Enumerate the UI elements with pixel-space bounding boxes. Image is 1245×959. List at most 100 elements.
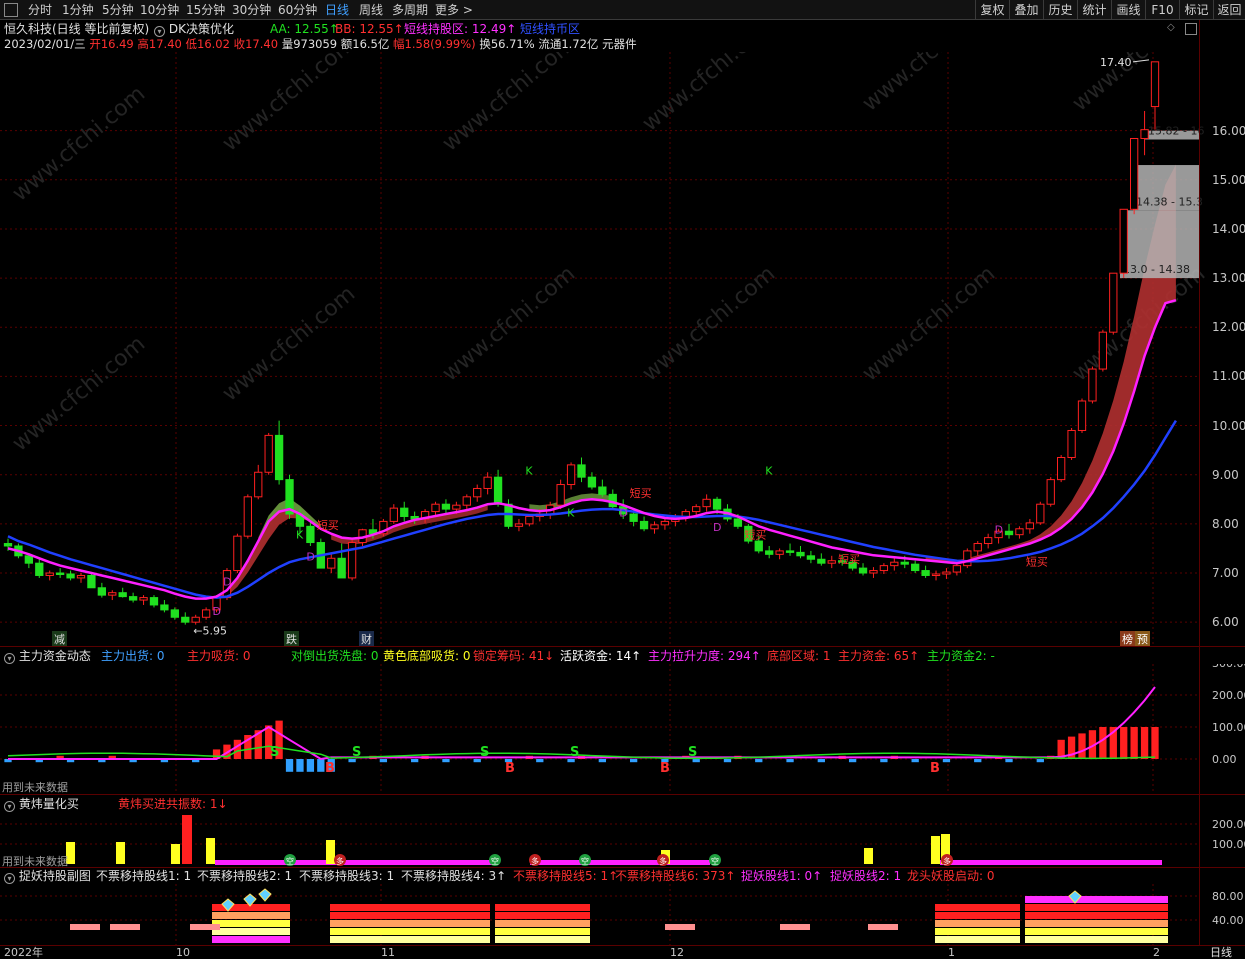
p3-field-6: 捉妖股线1: 0↑ [741,869,823,883]
panel2-title[interactable]: 黄炜量化买 [19,797,79,811]
p1-bar [911,759,919,763]
back-button[interactable]: 返回 [1213,0,1245,20]
p3-stack-block [495,912,590,919]
p2-yellow-bar [864,848,873,864]
date-label-oct: 10 [176,946,190,959]
menu-icon[interactable] [4,3,18,17]
p3-field-2: 不票移持股线3: 1 [299,869,395,883]
p1-bar [379,759,388,763]
stats-button[interactable]: 统计 [1077,0,1111,20]
close-label: 收 [233,37,246,51]
period-1min[interactable]: 1分钟 [62,2,94,18]
candle-down [35,562,44,576]
p1-bar [848,759,857,763]
period-60min[interactable]: 60分钟 [278,2,317,18]
candle-down [118,592,127,598]
panel3-title[interactable]: 捉妖持股副图 [19,869,91,883]
p1-tick-label: 0.00 [1212,753,1237,766]
candle-down [806,555,816,560]
p1-bar [285,759,294,772]
candle-down [712,498,722,510]
panel2-chart[interactable]: 100.00 200.00 空 多 空 多 空 多 空 多 [0,810,1245,866]
p3-field-5: 不票移持股线6: 373↑ [615,869,736,883]
candle-up [45,572,54,576]
candle-down [87,574,96,589]
p3-stack-block [212,928,290,935]
p3-stack-block [1025,928,1168,935]
p2-red-bar [182,815,192,864]
p3-stack-block [935,904,1020,911]
p2-badge-label: 空 [286,856,294,866]
candle-up [963,550,972,567]
event-tag-fall[interactable]: 跌 [284,631,299,647]
p1-bar [306,759,315,772]
period-weekly[interactable]: 周线 [359,2,383,18]
history-button[interactable]: 历史 [1043,0,1077,20]
volume-value: 973059 [293,37,338,51]
p1-bar [233,739,242,759]
panel1-title[interactable]: 主力资金动态 [19,649,91,663]
p1-mark: S [688,745,697,760]
period-fenshi[interactable]: 分时 [28,2,52,18]
change-value: 1.58(9.99%) [404,37,476,51]
candle-up [1140,129,1149,140]
open-label: 开 [89,37,101,51]
candle-up [1109,272,1118,333]
period-more[interactable]: 更多 > [435,2,473,18]
panel-toggle-icon[interactable] [1185,23,1197,35]
event-tag-finance[interactable]: 财 [359,631,374,647]
float-value: 1.72亿 [561,37,599,51]
indicator-selector[interactable]: ▾ DK决策优化 [154,21,234,37]
p1-pink-line [8,686,1156,761]
price-tick-label: 14.00 [1212,221,1245,236]
candle-down [629,513,638,522]
watermark-text: www.cfchi.com [218,281,360,406]
candle-down [306,525,315,544]
p3-stack-block [1025,912,1168,919]
price-tick-label: 16.00 [1212,123,1245,138]
candle-up [952,565,962,573]
p1-tick-label: 300.00 [1212,664,1245,670]
diamond-icon[interactable]: ◇ [1167,22,1175,33]
signal-label: D [213,605,221,618]
draw-line-button[interactable]: 画线 [1111,0,1145,20]
panel3-settings-icon[interactable]: ▾ [4,873,15,884]
panel1-settings-icon[interactable]: ▾ [4,653,15,664]
overlay-button[interactable]: 叠加 [1009,0,1043,20]
p3-field-4: 不票移持股线5: 1↑ [513,869,619,883]
mark-button[interactable]: 标记 [1179,0,1213,20]
turnover-value: 56.71% [490,37,535,51]
date-label-dec: 12 [670,946,684,959]
period-multi[interactable]: 多周期 [392,2,428,18]
period-daily[interactable]: 日线 [325,2,349,18]
f10-button[interactable]: F10 [1145,0,1179,20]
p3-field-1: 不票移持股线2: 1 [197,869,293,883]
candle-up [556,484,565,506]
fuquan-button[interactable]: 复权 [975,0,1009,20]
candle-down [97,587,106,596]
panel1-chart[interactable]: 300.00 200.00 100.00 0.00 S S S S S B B B B [0,664,1245,794]
event-tag-forecast[interactable]: 预 [1135,631,1150,647]
candle-up [431,503,440,513]
period-10min[interactable]: 10分钟 [140,2,179,18]
p1-bar [442,759,450,763]
event-tag-list[interactable]: 榜 [1120,631,1135,647]
axis-mode-label[interactable]: 日线 [1210,946,1232,959]
period-30min[interactable]: 30分钟 [232,2,271,18]
period-15min[interactable]: 15分钟 [186,2,225,18]
p2-badge-label: 多 [531,856,539,866]
panel3-chart[interactable]: 40.00 80.00 [0,884,1245,945]
p2-magenta-bar [940,860,1162,865]
stock-title: 恒久科技(日线 等比前复权) [4,22,150,36]
p1-mark: S [480,745,489,760]
watermark-text: www.cfchi.com [438,52,580,157]
period-5min[interactable]: 5分钟 [102,2,134,18]
candle-down [400,507,409,517]
candle-down [587,476,597,488]
candle-up [650,524,659,530]
target-zone-label-2: 13.0 - 14.38 [1123,263,1190,276]
candle-up [942,571,951,575]
candle-down [817,558,826,564]
event-tag-reduce[interactable]: 减 [52,631,67,647]
main-price-chart[interactable]: www.cfchi.com www.cfchi.com www.cfchi.com w… [0,52,1245,645]
